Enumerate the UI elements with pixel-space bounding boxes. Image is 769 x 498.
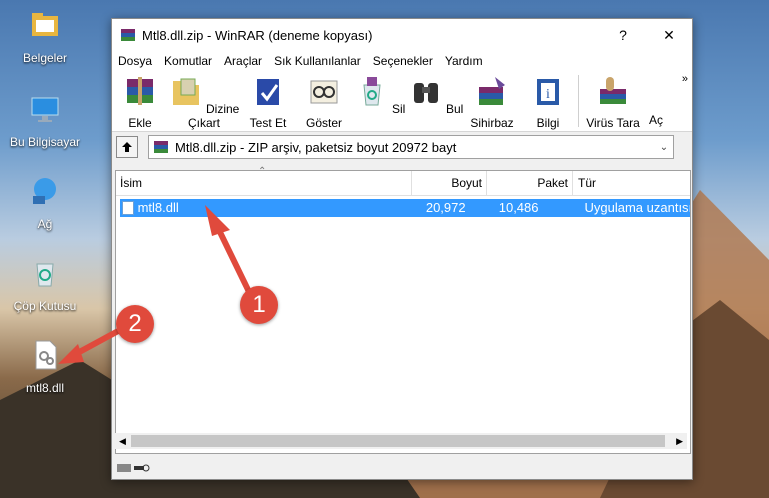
annotation-arrows [58, 205, 255, 364]
annotation-badge-2: 2 [116, 305, 154, 343]
annotation-badge-1: 1 [240, 286, 278, 324]
